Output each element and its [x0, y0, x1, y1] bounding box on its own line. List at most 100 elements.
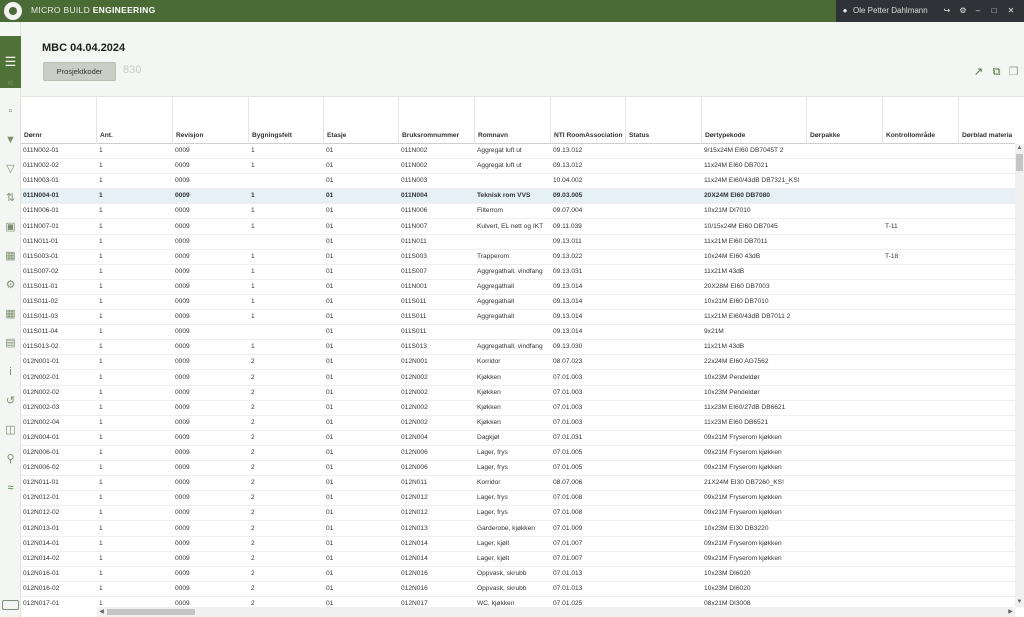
- table-cell[interactable]: [883, 174, 959, 189]
- table-cell[interactable]: 1: [249, 295, 324, 310]
- table-cell[interactable]: 08.07.023: [551, 355, 626, 370]
- table-cell[interactable]: [626, 522, 702, 537]
- column-header[interactable]: Status: [626, 97, 702, 144]
- table-cell[interactable]: [626, 265, 702, 280]
- table-row[interactable]: 011S011-04 1 0009 01 011S011 09.13.014 9x21M: [21, 325, 1015, 341]
- table-cell[interactable]: 07.01.007: [551, 552, 626, 567]
- table-cell[interactable]: 0009: [173, 174, 249, 189]
- prosjektkoder-button[interactable]: Prosjektkoder: [43, 62, 116, 81]
- table-cell[interactable]: 07.01.013: [551, 582, 626, 597]
- table-cell[interactable]: 08x21M DI3008: [702, 597, 807, 607]
- table-cell[interactable]: [807, 416, 883, 431]
- table-cell[interactable]: 01: [324, 416, 399, 431]
- table-cell[interactable]: 012N012: [399, 491, 475, 506]
- table-cell[interactable]: 01: [324, 250, 399, 265]
- table-row[interactable]: 011N002-01 1 0009 1 01 011N002 Aggregat luft u…: [21, 144, 1015, 160]
- search-icon[interactable]: ⚲: [3, 452, 18, 467]
- table-cell[interactable]: [807, 506, 883, 521]
- table-cell[interactable]: [883, 265, 959, 280]
- table-cell[interactable]: 0009: [173, 431, 249, 446]
- table-cell[interactable]: 0009: [173, 295, 249, 310]
- table-cell[interactable]: 01: [324, 461, 399, 476]
- table-cell[interactable]: [959, 189, 1015, 204]
- table-cell[interactable]: [626, 506, 702, 521]
- table-cell[interactable]: [626, 371, 702, 386]
- table-cell[interactable]: 01: [324, 431, 399, 446]
- table-cell[interactable]: 0009: [173, 235, 249, 250]
- column-header[interactable]: Dørnr: [21, 97, 97, 144]
- clear-filter-icon[interactable]: ▽: [3, 162, 18, 177]
- table-cell[interactable]: Aggregathall: [475, 310, 551, 325]
- table-cell[interactable]: Lager, kjølt: [475, 552, 551, 567]
- table-cell[interactable]: [626, 446, 702, 461]
- table-cell[interactable]: 10x23M DI6020: [702, 582, 807, 597]
- table-cell[interactable]: [807, 250, 883, 265]
- table-cell[interactable]: [883, 582, 959, 597]
- table-cell[interactable]: [959, 597, 1015, 607]
- table-cell[interactable]: [883, 476, 959, 491]
- table-cell[interactable]: [883, 416, 959, 431]
- table-cell[interactable]: [883, 235, 959, 250]
- table-cell[interactable]: 012N006-02: [21, 461, 97, 476]
- table-cell[interactable]: 1: [97, 582, 173, 597]
- table-row[interactable]: 012N006-01 1 0009 2 01 012N006 Lager, frys 07.0…: [21, 446, 1015, 462]
- table-cell[interactable]: 012N013-01: [21, 522, 97, 537]
- table-cell[interactable]: [626, 491, 702, 506]
- column-header[interactable]: Bruksromnummer: [399, 97, 475, 144]
- table-cell[interactable]: [883, 461, 959, 476]
- table-cell[interactable]: 1: [249, 220, 324, 235]
- table-cell[interactable]: [807, 325, 883, 340]
- excel-icon[interactable]: ◫: [3, 423, 18, 438]
- table-cell[interactable]: 11x21M 43dB: [702, 265, 807, 280]
- table-row[interactable]: 012N006-02 1 0009 2 01 012N006 Lager, frys 07.0…: [21, 461, 1015, 477]
- table-cell[interactable]: 1: [97, 220, 173, 235]
- table-cell[interactable]: 0009: [173, 159, 249, 174]
- table-cell[interactable]: 012N002: [399, 416, 475, 431]
- keyboard-icon[interactable]: [2, 600, 19, 610]
- table-cell[interactable]: 011N001: [399, 280, 475, 295]
- table-cell[interactable]: 07.01.025: [551, 597, 626, 607]
- table-cell[interactable]: [883, 159, 959, 174]
- table-cell[interactable]: 07.01.005: [551, 461, 626, 476]
- table-cell[interactable]: [959, 386, 1015, 401]
- table-cell[interactable]: 1: [97, 552, 173, 567]
- table-cell[interactable]: 2: [249, 446, 324, 461]
- table-cell[interactable]: 012N014-01: [21, 537, 97, 552]
- table-cell[interactable]: Kulvert, EL nett og IKT: [475, 220, 551, 235]
- table-cell[interactable]: [807, 476, 883, 491]
- logout-icon[interactable]: ↪: [942, 6, 952, 16]
- table-cell[interactable]: [959, 265, 1015, 280]
- table-cell[interactable]: 2: [249, 597, 324, 607]
- table-cell[interactable]: 09x21M Fryserom kjøkken: [702, 431, 807, 446]
- table-cell[interactable]: 09.13.011: [551, 235, 626, 250]
- table-cell[interactable]: [883, 491, 959, 506]
- table-cell[interactable]: [807, 174, 883, 189]
- table-cell[interactable]: 9/15x24M EI60 DB7045T 2: [702, 144, 807, 159]
- table-cell[interactable]: 011N002: [399, 144, 475, 159]
- table-row[interactable]: 012N002-03 1 0009 2 01 012N002 Kjøkken 07.01.00…: [21, 401, 1015, 416]
- column-header[interactable]: Dørblad materia: [959, 97, 1015, 144]
- table-cell[interactable]: [959, 220, 1015, 235]
- table-cell[interactable]: [807, 446, 883, 461]
- table-cell[interactable]: 0009: [173, 250, 249, 265]
- table-cell[interactable]: 1: [97, 204, 173, 219]
- table-cell[interactable]: 01: [324, 144, 399, 159]
- table-cell[interactable]: Aggregathall, vindfang: [475, 265, 551, 280]
- table-cell[interactable]: Aggregat luft ut: [475, 144, 551, 159]
- table-cell[interactable]: [475, 325, 551, 340]
- table-cell[interactable]: [626, 220, 702, 235]
- table-cell[interactable]: 1: [97, 461, 173, 476]
- table-cell[interactable]: Aggregathall: [475, 280, 551, 295]
- table-cell[interactable]: 01: [324, 476, 399, 491]
- table-cell[interactable]: 01: [324, 355, 399, 370]
- table-cell[interactable]: 0009: [173, 325, 249, 340]
- table-cell[interactable]: 2: [249, 461, 324, 476]
- table-cell[interactable]: 07.01.003: [551, 371, 626, 386]
- table-cell[interactable]: 10x23M EI30 DB3220: [702, 522, 807, 537]
- table-cell[interactable]: 011S011-03: [21, 310, 97, 325]
- scroll-left-icon[interactable]: ◀: [97, 607, 106, 617]
- collapse-icon[interactable]: «: [3, 76, 18, 91]
- column-header[interactable]: Etasje: [324, 97, 399, 144]
- table-cell[interactable]: [626, 431, 702, 446]
- table-cell[interactable]: [807, 401, 883, 416]
